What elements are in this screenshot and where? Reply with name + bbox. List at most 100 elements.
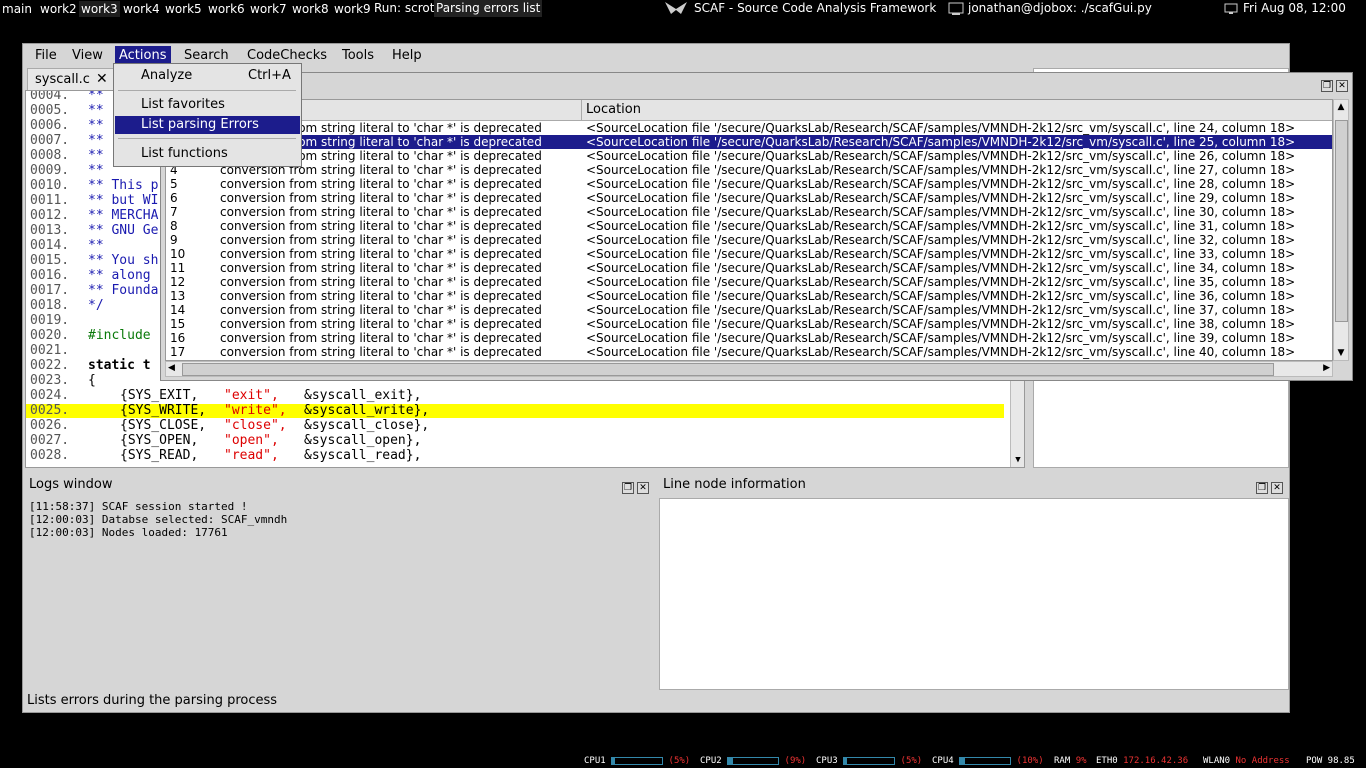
menu-item-list-functions[interactable]: List functions: [115, 145, 300, 163]
menu-item-list-favorites[interactable]: List favorites: [115, 96, 300, 114]
code-line: static t: [88, 358, 151, 373]
workspace-work9[interactable]: work9: [332, 1, 373, 17]
error-message: conversion from string literal to 'char …: [220, 331, 542, 345]
scroll-thumb[interactable]: [1335, 120, 1348, 322]
line-number: 0014.: [30, 238, 70, 253]
float-window-icon[interactable]: ❐: [1321, 80, 1333, 92]
error-row[interactable]: 13 conversion from string literal to 'cha…: [166, 289, 1332, 303]
close-window-icon[interactable]: ✕: [1336, 80, 1348, 92]
workspace-work6[interactable]: work6: [206, 1, 247, 17]
close-dock-icon[interactable]: ✕: [637, 482, 649, 494]
error-row[interactable]: 17 conversion from string literal to 'cha…: [166, 345, 1332, 359]
error-row[interactable]: 9 conversion from string literal to 'char…: [166, 233, 1332, 247]
error-location: <SourceLocation file '/secure/QuarksLab/…: [586, 247, 1296, 261]
menu-help[interactable]: Help: [388, 46, 426, 65]
cpu1-monitor: CPU1 (5%): [584, 756, 690, 766]
menu-view[interactable]: View: [68, 46, 107, 65]
error-row[interactable]: 12 conversion from string literal to 'cha…: [166, 275, 1332, 289]
menu-item-list-parsing-errors[interactable]: List parsing Errors: [115, 116, 300, 134]
scroll-down-arrow-icon[interactable]: ▼: [1335, 347, 1347, 359]
horizontal-scroll-thumb[interactable]: [182, 363, 1274, 376]
cpu-percent: (5%): [900, 756, 923, 766]
error-message: conversion from string literal to 'char …: [220, 345, 542, 359]
taskbar-window-title[interactable]: Parsing errors list: [434, 0, 543, 17]
scroll-right-arrow-icon[interactable]: ▶: [1323, 363, 1330, 373]
error-row-id: 5: [170, 177, 178, 191]
actions-dropdown-menu: Analyze Ctrl+A List favorites List parsi…: [113, 63, 302, 167]
terminal-title[interactable]: jonathan@djobox: ./scafGui.py: [968, 0, 1152, 17]
error-row[interactable]: 4 conversion from string literal to 'char…: [166, 163, 1332, 177]
code-line: **: [88, 90, 104, 103]
menu-tools[interactable]: Tools: [338, 46, 378, 65]
cpu-bar: [611, 756, 664, 765]
error-row[interactable]: 7 conversion from string literal to 'char…: [166, 205, 1332, 219]
error-row[interactable]: 16 conversion from string literal to 'cha…: [166, 331, 1332, 345]
errors-table-header: Location: [166, 100, 1332, 121]
app-title[interactable]: SCAF - Source Code Analysis Framework: [694, 0, 936, 17]
workspace-work3[interactable]: work3: [79, 1, 120, 17]
code-line: ** but WI: [88, 193, 159, 208]
error-location: <SourceLocation file '/secure/QuarksLab/…: [586, 163, 1296, 177]
eth-monitor: ETH0 172.16.42.36: [1096, 756, 1188, 766]
error-row[interactable]: 5 conversion from string literal to 'char…: [166, 177, 1332, 191]
menu-separator: [118, 90, 296, 91]
menu-item-analyze[interactable]: Analyze Ctrl+A: [115, 67, 300, 85]
error-message: conversion from string literal to 'char …: [220, 191, 542, 205]
cpu-bar-fill: [728, 757, 733, 764]
editor-tab[interactable]: syscall.c ✕: [27, 68, 119, 91]
line-number: 0020.: [30, 328, 70, 343]
workspace-work5[interactable]: work5: [163, 1, 204, 17]
workspace-work7[interactable]: work7: [248, 1, 289, 17]
cpu-bar: [727, 756, 780, 765]
workspace-work8[interactable]: work8: [290, 1, 331, 17]
error-row[interactable]: 15 conversion from string literal to 'cha…: [166, 317, 1332, 331]
line-number: 0028.: [30, 448, 70, 463]
error-message: conversion from string literal to 'char …: [220, 233, 542, 247]
error-row[interactable]: conversion from string literal to 'char …: [166, 149, 1332, 163]
error-location: <SourceLocation file '/secure/QuarksLab/…: [586, 135, 1296, 149]
line-number: 0010.: [30, 178, 70, 193]
error-message: conversion from string literal to 'char …: [220, 261, 542, 275]
error-row[interactable]: 11 conversion from string literal to 'cha…: [166, 261, 1332, 275]
error-row[interactable]: 10 conversion from string literal to 'cha…: [166, 247, 1332, 261]
errors-vertical-scrollbar[interactable]: ▲ ▼: [1333, 99, 1349, 361]
workspace-work4[interactable]: work4: [121, 1, 162, 17]
cpu-bar-fill: [844, 757, 847, 764]
float-dock-icon[interactable]: ❐: [1256, 482, 1268, 494]
error-location: <SourceLocation file '/secure/QuarksLab/…: [586, 191, 1296, 205]
error-row-id: 10: [170, 247, 186, 261]
scroll-left-arrow-icon[interactable]: ◀: [168, 363, 175, 373]
cpu-label: CPU3: [816, 756, 838, 766]
close-tab-icon[interactable]: ✕: [96, 71, 108, 87]
errors-horizontal-scrollbar[interactable]: ◀ ▶: [165, 361, 1333, 377]
code-token: &syscall_exit},: [304, 388, 422, 403]
cpu4-monitor: CPU4 (10%): [932, 756, 1044, 766]
close-dock-icon[interactable]: ✕: [1271, 482, 1283, 494]
workspace-work2[interactable]: work2: [38, 1, 79, 17]
scroll-down-arrow-icon[interactable]: ▼: [1012, 454, 1024, 466]
code-token: {SYS_CLOSE,: [120, 418, 207, 433]
errors-table[interactable]: Location conversion from string literal …: [165, 99, 1333, 361]
error-row[interactable]: conversion from string literal to 'char …: [166, 135, 1332, 149]
logs-dock: Logs window ❐ ✕ [11:58:37] SCAF session s…: [25, 476, 653, 690]
cpu-percent: (5%): [668, 756, 691, 766]
column-header-location[interactable]: Location: [586, 102, 641, 117]
line-number: 0008.: [30, 148, 70, 163]
scroll-up-arrow-icon[interactable]: ▲: [1335, 101, 1347, 113]
error-location: <SourceLocation file '/secure/QuarksLab/…: [586, 261, 1296, 275]
error-message: conversion from string literal to 'char …: [220, 317, 542, 331]
line-number: 0009.: [30, 163, 70, 178]
cpu-bar: [959, 756, 1012, 765]
menu-file[interactable]: File: [31, 46, 61, 65]
cpu-percent: (9%): [784, 756, 807, 766]
error-row[interactable]: 14 conversion from string literal to 'cha…: [166, 303, 1332, 317]
error-location: <SourceLocation file '/secure/QuarksLab/…: [586, 331, 1296, 345]
line-number: 0007.: [30, 133, 70, 148]
error-row[interactable]: 8 conversion from string literal to 'char…: [166, 219, 1332, 233]
error-row[interactable]: 6 conversion from string literal to 'char…: [166, 191, 1332, 205]
error-row[interactable]: conversion from string literal to 'char …: [166, 121, 1332, 135]
line-number: 0012.: [30, 208, 70, 223]
float-dock-icon[interactable]: ❐: [622, 482, 634, 494]
workspace-main[interactable]: main: [0, 1, 34, 17]
code-token: "exit",: [224, 388, 279, 403]
